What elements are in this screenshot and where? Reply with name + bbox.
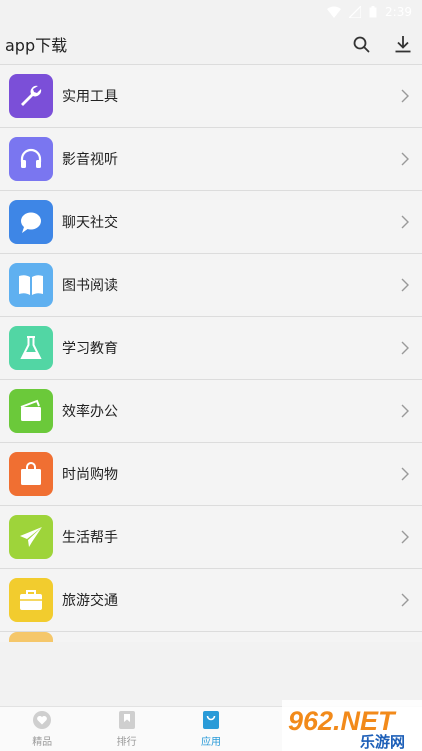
tab-label: 应用	[200, 737, 221, 748]
app-bar: app下载	[0, 24, 422, 64]
tab-apps[interactable]: 应用	[169, 707, 253, 751]
category-label: 学习教育	[62, 341, 118, 357]
battery-icon	[369, 6, 377, 18]
wifi-icon	[327, 6, 342, 18]
book-icon	[19, 275, 43, 295]
download-icon	[395, 36, 411, 53]
tab-label: 排行	[116, 737, 137, 748]
category-icon-box	[9, 200, 53, 244]
chevron-right-icon	[401, 341, 409, 355]
watermark-subtext: 乐游网	[360, 733, 405, 751]
category-label: 实用工具	[62, 89, 118, 105]
chevron-right-icon	[401, 89, 409, 103]
chevron-right-icon	[401, 593, 409, 607]
category-icon-box	[9, 632, 53, 642]
chevron-right-icon	[401, 152, 409, 166]
watermark-logo: 962.NET 乐游网	[282, 700, 422, 751]
category-item-partial[interactable]	[0, 632, 422, 642]
category-icon-box	[9, 74, 53, 118]
category-label: 图书阅读	[62, 278, 118, 294]
category-icon-box	[9, 389, 53, 433]
page-title: app下载	[5, 36, 68, 55]
status-bar: 2:39	[0, 0, 422, 24]
category-icon-box	[9, 326, 53, 370]
flask-icon	[20, 336, 42, 359]
watermark-text: 962.NET	[288, 706, 397, 736]
tab-ranking[interactable]: 排行	[84, 707, 168, 751]
paper-plane-icon	[20, 527, 42, 547]
category-item-education[interactable]: 学习教育	[0, 317, 422, 380]
wrench-icon	[21, 85, 42, 106]
heart-icon	[33, 711, 52, 729]
bag-icon	[202, 711, 219, 729]
category-icon-box	[9, 578, 53, 622]
chevron-right-icon	[401, 215, 409, 229]
download-button[interactable]	[389, 30, 417, 58]
search-button[interactable]	[347, 30, 375, 58]
category-item-tools[interactable]: 实用工具	[0, 65, 422, 128]
category-item-social[interactable]: 聊天社交	[0, 191, 422, 254]
category-item-media[interactable]: 影音视听	[0, 128, 422, 191]
category-label: 时尚购物	[62, 467, 118, 483]
category-label: 效率办公	[62, 404, 118, 420]
category-list[interactable]: 实用工具 影音视听 聊天社交 图书阅读 学习教育 效率办公 时尚购物 生活帮手 …	[0, 64, 422, 642]
category-item-travel[interactable]: 旅游交通	[0, 569, 422, 632]
category-label: 生活帮手	[62, 530, 118, 546]
tab-label: 精品	[32, 737, 53, 748]
category-item-life[interactable]: 生活帮手	[0, 506, 422, 569]
chevron-right-icon	[401, 530, 409, 544]
chevron-right-icon	[401, 278, 409, 292]
search-icon	[353, 36, 369, 52]
category-icon-box	[9, 452, 53, 496]
suitcase-icon	[20, 590, 42, 610]
category-item-shopping[interactable]: 时尚购物	[0, 443, 422, 506]
category-label: 聊天社交	[62, 215, 118, 231]
bookmark-icon	[118, 711, 135, 729]
chevron-right-icon	[401, 467, 409, 481]
chevron-right-icon	[401, 404, 409, 418]
category-icon-box	[9, 263, 53, 307]
category-item-office[interactable]: 效率办公	[0, 380, 422, 443]
category-icon-box	[9, 137, 53, 181]
tab-featured[interactable]: 精品	[0, 707, 84, 751]
headphones-icon	[20, 148, 42, 168]
status-time: 2:39	[385, 5, 412, 19]
category-icon-box	[9, 515, 53, 559]
wallet-icon	[20, 399, 41, 421]
category-label: 旅游交通	[62, 593, 118, 609]
chat-bubble-icon	[21, 212, 41, 233]
category-label: 影音视听	[62, 152, 118, 168]
signal-icon	[349, 6, 362, 18]
shopping-bag-icon	[21, 462, 41, 485]
category-item-reading[interactable]: 图书阅读	[0, 254, 422, 317]
